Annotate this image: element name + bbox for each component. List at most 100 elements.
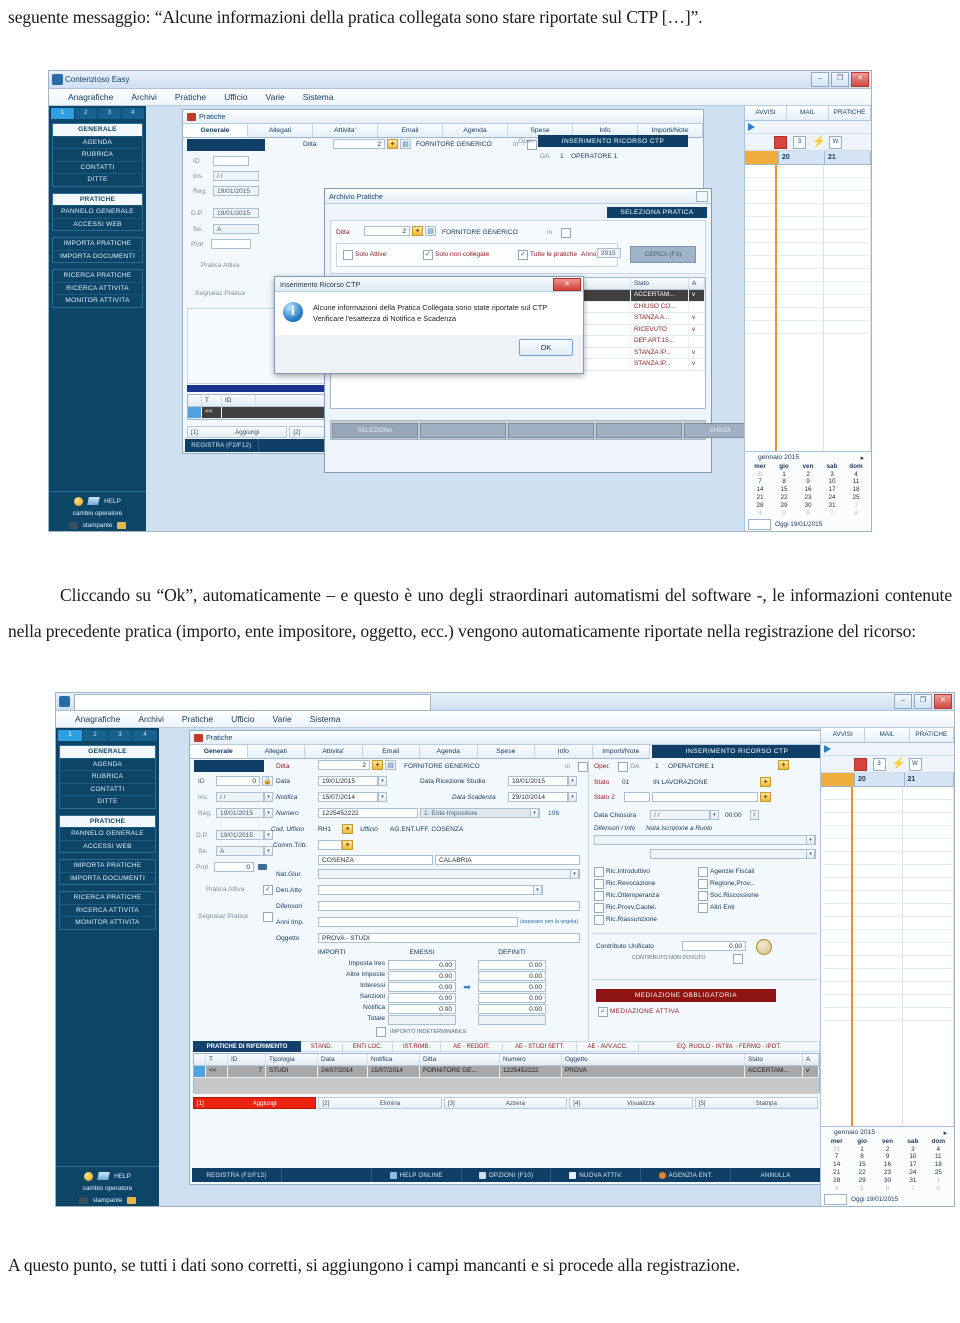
menu-ufficio[interactable]: Ufficio — [215, 92, 256, 102]
sidebar-item-pratiche[interactable]: PRATICHE — [53, 193, 142, 206]
f2-se-field[interactable]: A — [216, 846, 264, 856]
sidebar2-printer-row[interactable]: stampante — [59, 1194, 156, 1206]
agenda-tab-mail[interactable]: MAIL — [787, 106, 829, 120]
menu2-sistema[interactable]: Sistema — [301, 714, 350, 724]
archivio-in-checkbox[interactable] — [561, 228, 571, 238]
f2-stato2-field[interactable] — [652, 792, 758, 802]
pratiche-id-field[interactable] — [213, 156, 249, 166]
sidebar2-item-importa-documenti[interactable]: IMPORTA DOCUMENTI — [60, 873, 155, 885]
tab-email[interactable]: Email — [378, 124, 443, 137]
lightning-icon[interactable]: ⚡ — [812, 136, 826, 148]
agenda2-col-21[interactable]: 21 — [905, 773, 954, 786]
chk-contributo-non-dovuto[interactable] — [733, 954, 743, 964]
menu2-pratiche[interactable]: Pratiche — [173, 714, 222, 724]
calendar-week-icon-2[interactable]: W — [908, 757, 922, 771]
data-chiusura-dropdown-icon[interactable]: ▾ — [710, 810, 719, 820]
menu-sistema[interactable]: Sistema — [294, 92, 343, 102]
inserimento-ricorso-ctp-button-1[interactable]: INSERIMENTO RICORSO CTP — [538, 135, 688, 147]
footer-blank-3[interactable] — [596, 423, 682, 438]
f2-nat-giur-field[interactable] — [318, 869, 580, 879]
tab-attivita[interactable]: Attivita' — [313, 124, 378, 137]
nav2-annulla[interactable]: ANNULLA — [731, 1168, 820, 1182]
chk-importo-indeterminabile[interactable] — [376, 1026, 386, 1037]
field-interessi-definiti[interactable]: 0.00 — [478, 982, 546, 992]
rcol-tipologia[interactable]: Tipologia — [266, 1054, 318, 1065]
menu-varie[interactable]: Varie — [257, 92, 294, 102]
rcol-numero[interactable]: Numero — [500, 1054, 562, 1065]
nav-blank-1[interactable] — [259, 439, 333, 452]
chk-ric-introduttivo[interactable] — [594, 867, 604, 877]
cmd-aggiungi-1[interactable]: [1] Aggiungi — [187, 426, 288, 438]
data-dropdown-icon[interactable]: ▾ — [378, 776, 387, 786]
field-imposta-ires-definiti[interactable]: 0.00 — [478, 960, 546, 970]
f2-den-atto-field[interactable] — [318, 885, 543, 895]
f2-difensori-select[interactable] — [594, 835, 816, 845]
agenda-col-21[interactable]: 21 — [825, 151, 871, 164]
ditta-detail-icon[interactable]: ▤ — [400, 139, 411, 149]
chk-pratica-attiva[interactable]: ✓ — [263, 885, 273, 895]
rcol-oggetto[interactable]: Oggetto — [562, 1054, 745, 1065]
archivio-ditta-lookup-icon[interactable]: ✦ — [412, 226, 423, 236]
sidebar-item-importa-documenti[interactable]: IMPORTA DOCUMENTI — [53, 251, 142, 263]
sidebar-printer-row[interactable]: stampante — [52, 519, 143, 531]
ora-stepper-icon[interactable]: ⇳ — [750, 810, 759, 820]
sidebar2-tab-1[interactable]: 1 — [58, 730, 82, 741]
menu2-ufficio[interactable]: Ufficio — [222, 714, 263, 724]
sidebar2-item-rubrica[interactable]: RUBRICA — [60, 771, 155, 784]
day-count-stepper[interactable]: 3 — [793, 135, 806, 149]
table-row[interactable]: << 7 STUDI 24/07/2014 15/07/2014 FORNITO… — [194, 1066, 819, 1078]
sidebar-item-ricerca-pratiche[interactable]: RICERCA PRATICHE — [53, 270, 142, 283]
calendar-next-icon[interactable]: ▸ — [861, 454, 864, 462]
sidebar2-item-importa-pratiche[interactable]: IMPORTA PRATICHE — [60, 860, 155, 873]
sidebar2-tab-2[interactable]: 2 — [83, 730, 107, 741]
cmd-visualizza-2[interactable]: [4] Visualizza — [569, 1097, 693, 1109]
sidebar2-item-generale[interactable]: GENERALE — [60, 746, 155, 759]
field-notifica-definiti[interactable]: 0.00 — [478, 1004, 546, 1014]
dialog-close-icon[interactable]: ✕ — [553, 278, 581, 291]
sidebar-operator-row[interactable]: cambio operatore — [52, 507, 143, 519]
menu-archivi[interactable]: Archivi — [122, 92, 166, 102]
chk-ric-revocazione[interactable] — [594, 879, 604, 889]
day-count-stepper-2[interactable]: 3 — [872, 757, 886, 771]
sidebar-tab-2[interactable]: 2 — [74, 108, 97, 119]
sidebar2-item-contatti[interactable]: CONTATTI — [60, 784, 155, 796]
chk-segnalaz[interactable] — [263, 912, 273, 922]
data-ricezione-dropdown-icon[interactable]: ▾ — [568, 776, 577, 786]
sidebar2-operator-row[interactable]: cambio operatore — [59, 1182, 156, 1194]
rcol-t[interactable]: T — [206, 1054, 228, 1065]
agenda-grid-2[interactable] — [821, 787, 954, 1126]
subtab-enti-loc[interactable]: ENTI LOC. — [343, 1041, 393, 1052]
minimize-button[interactable]: – — [811, 72, 829, 87]
inserimento-ricorso-ctp-button-2[interactable]: INSERIMENTO RICORSO CTP — [652, 745, 820, 758]
agenda2-tab-avvisi[interactable]: AVVISI — [821, 728, 866, 742]
seleziona-button[interactable]: SELEZIONA — [332, 423, 418, 438]
f2-in-checkbox[interactable] — [578, 762, 588, 772]
seleziona-pratica-button[interactable]: SELEZIONA PRATICA — [607, 207, 707, 218]
sidebar2-help-row[interactable]: HELP — [59, 1170, 156, 1182]
calendar-red-icon-2[interactable] — [853, 757, 867, 771]
sidebar-item-rubrica[interactable]: RUBRICA — [53, 149, 142, 162]
chk-ric-riassunzione[interactable] — [594, 915, 604, 925]
chk-ric-ottemperanza[interactable] — [594, 891, 604, 901]
pratiche-ins-field[interactable]: / / — [213, 171, 259, 181]
tab2-email[interactable]: Email — [362, 745, 420, 758]
sidebar2-item-ditte[interactable]: DITTE — [60, 796, 155, 808]
footer-blank-1[interactable] — [420, 423, 506, 438]
sidebar2-item-pannello-generale[interactable]: PANNELO GENERALE — [60, 828, 155, 841]
col-a[interactable]: A — [689, 278, 705, 289]
field-sanzioni-definiti[interactable]: 0.00 — [478, 993, 546, 1003]
field-imposta-ires-emessi[interactable]: 0.00 — [388, 960, 456, 970]
cmd-stampa-2[interactable]: [5] Stampa — [694, 1097, 819, 1109]
cmd-azzera-2[interactable]: [3] Azzera — [443, 1097, 568, 1109]
sidebar-item-ricerca-attivita[interactable]: RICERCA ATTIVITA — [53, 283, 142, 295]
f2-prot-field[interactable]: 0 — [214, 862, 254, 872]
pratiche-reg-field[interactable]: 19/01/2015 — [213, 186, 259, 196]
chk-ric-provv-cautel[interactable] — [594, 903, 604, 913]
sidebar-item-generale[interactable]: GENERALE — [53, 124, 142, 137]
sidebar-tab-3[interactable]: 3 — [98, 108, 121, 119]
sidebar-item-monitor-attivita[interactable]: MONITOR ATTIVITA — [53, 295, 142, 307]
menu2-anagrafiche[interactable]: Anagrafiche — [66, 714, 129, 724]
archivio-restore-button[interactable] — [696, 190, 708, 202]
nota-dropdown-icon[interactable]: ▾ — [806, 849, 815, 859]
tab2-info[interactable]: Info — [535, 745, 593, 758]
